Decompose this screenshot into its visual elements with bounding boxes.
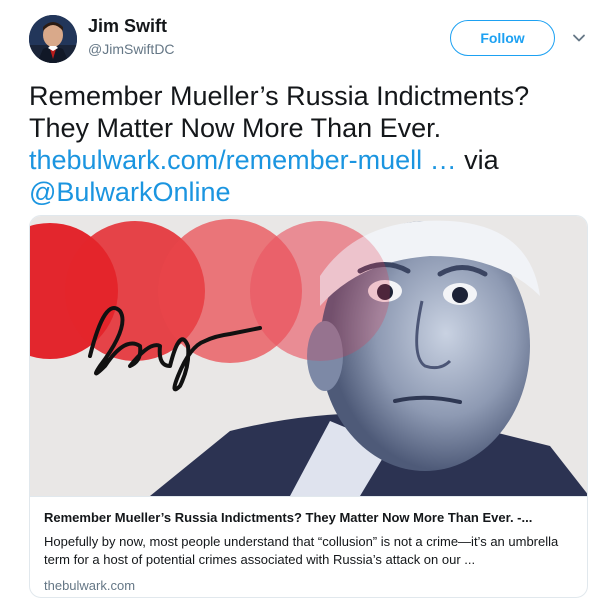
tweet-text: Remember Mueller’s Russia Indictments? T… (29, 80, 599, 208)
avatar[interactable] (29, 15, 77, 63)
tweet-line-4: @BulwarkOnline (29, 176, 599, 208)
tweet: Jim Swift @JimSwiftDC Follow Remember Mu… (0, 0, 613, 609)
tweet-link-ellipsis[interactable]: … (422, 145, 457, 175)
link-card[interactable]: Remember Mueller’s Russia Indictments? T… (29, 215, 588, 598)
tweet-line-1: Remember Mueller’s Russia Indictments? (29, 81, 530, 111)
card-description: Hopefully by now, most people understand… (44, 534, 559, 567)
tweet-link[interactable]: thebulwark.com/remember-muell (29, 145, 422, 175)
card-title[interactable]: Remember Mueller’s Russia Indictments? T… (44, 509, 575, 527)
card-image[interactable] (30, 216, 587, 496)
author-name[interactable]: Jim Swift (88, 16, 167, 37)
via-text: via (456, 145, 499, 175)
author-handle[interactable]: @JimSwiftDC (88, 41, 175, 57)
card-body[interactable]: Remember Mueller’s Russia Indictments? T… (30, 496, 587, 597)
mention-link[interactable]: @BulwarkOnline (29, 177, 231, 207)
follow-button[interactable]: Follow (450, 20, 555, 56)
card-domain: thebulwark.com (44, 578, 136, 593)
tweet-line-3: thebulwark.com/remember-muell … via (29, 144, 599, 176)
chevron-down-icon[interactable] (571, 30, 587, 46)
tweet-line-2: They Matter Now More Than Ever. (29, 113, 442, 143)
